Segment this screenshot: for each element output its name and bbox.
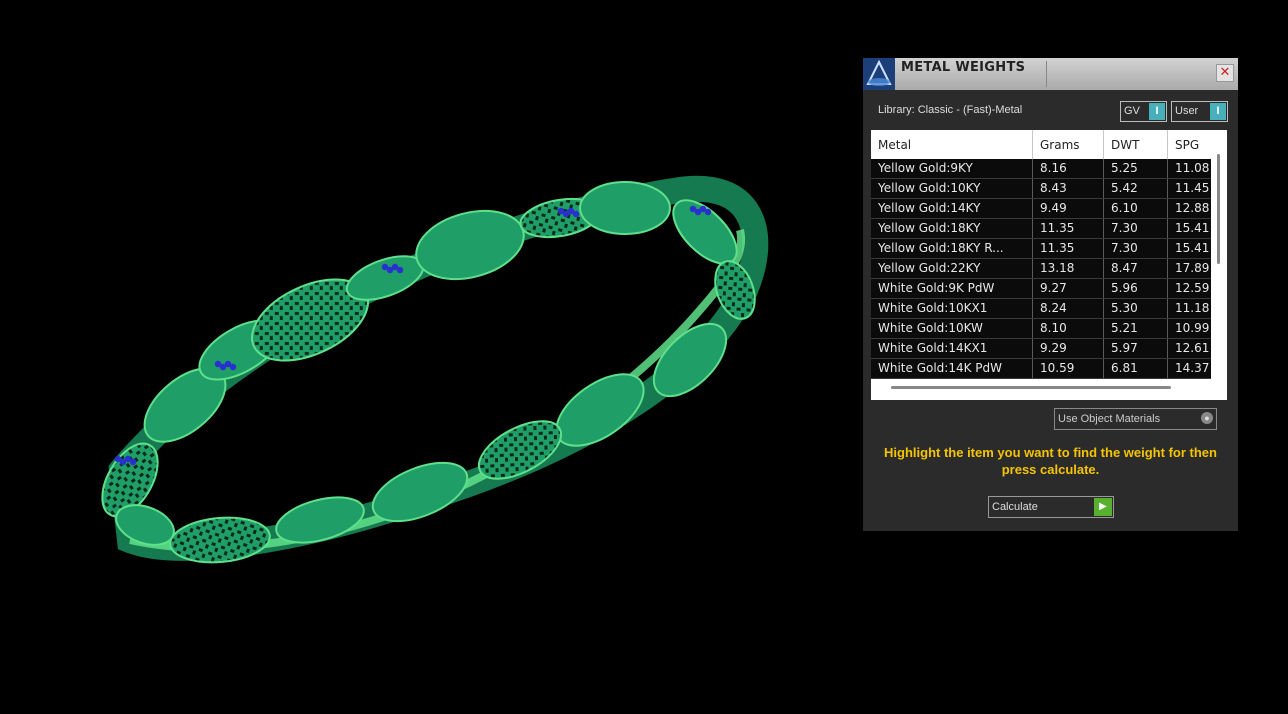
- panel-title: METAL WEIGHTS: [901, 60, 1026, 75]
- cell-grams: 9.49: [1033, 199, 1104, 218]
- user-toggle[interactable]: User I: [1171, 101, 1228, 122]
- table-row[interactable]: White Gold:9K PdW 9.27 5.96 12.59: [871, 279, 1211, 299]
- cell-dwt: 5.30: [1104, 299, 1168, 318]
- bracelet-render: [101, 175, 769, 564]
- cell-dwt: 6.10: [1104, 199, 1168, 218]
- cell-dwt: 6.81: [1104, 359, 1168, 378]
- table-row[interactable]: White Gold:10KX1 8.24 5.30 11.18: [871, 299, 1211, 319]
- gemstone: [129, 458, 137, 466]
- cell-spg: 11.08: [1175, 161, 1210, 175]
- table-row[interactable]: White Gold:14K PdW 10.59 6.81 14.37: [871, 359, 1211, 379]
- table-row[interactable]: Yellow Gold:22KY 13.18 8.47 17.89: [871, 259, 1211, 279]
- cell-dwt: 5.42: [1104, 179, 1168, 198]
- gemstone: [704, 208, 712, 216]
- cell-dwt: 5.21: [1104, 319, 1168, 338]
- library-label: Library: Classic - (Fast)-Metal: [878, 104, 1023, 116]
- bracelet-leaves: [101, 181, 756, 564]
- cell-spg: 11.18: [1175, 301, 1210, 315]
- cell-dwt: 5.25: [1104, 159, 1168, 178]
- user-toggle-indicator: I: [1210, 103, 1226, 120]
- 3d-viewport[interactable]: [0, 0, 850, 710]
- column-header-dwt[interactable]: DWT: [1104, 130, 1168, 159]
- cell-grams: 8.43: [1033, 179, 1104, 198]
- cell-metal: White Gold:10KW: [871, 319, 1033, 338]
- cell-spg: 10.99: [1175, 321, 1210, 335]
- cell-metal: Yellow Gold:18KY R...: [871, 239, 1033, 258]
- title-separator: [1046, 61, 1047, 87]
- cell-metal: White Gold:9K PdW: [871, 279, 1033, 298]
- cell-spg: 15.41: [1175, 221, 1210, 235]
- user-toggle-label: User: [1175, 105, 1199, 117]
- cell-metal: Yellow Gold:10KY: [871, 179, 1033, 198]
- play-arrow-icon: ▶: [1094, 498, 1112, 516]
- table-body: Yellow Gold:9KY 8.16 5.25 11.08 Yellow Gold:…: [871, 159, 1211, 379]
- cell-metal: White Gold:14K PdW: [871, 359, 1033, 378]
- cell-dwt: 7.30: [1104, 239, 1168, 258]
- cell-grams: 11.35: [1033, 239, 1104, 258]
- table-row[interactable]: Yellow Gold:10KY 8.43 5.42 11.45: [871, 179, 1211, 199]
- gemstone: [572, 210, 580, 218]
- gemstone: [229, 363, 237, 371]
- cell-dwt: 7.30: [1104, 219, 1168, 238]
- table-row[interactable]: Yellow Gold:18KY 11.35 7.30 15.41: [871, 219, 1211, 239]
- cell-grams: 9.29: [1033, 339, 1104, 358]
- cell-grams: 9.27: [1033, 279, 1104, 298]
- cell-spg: 12.61: [1175, 341, 1210, 355]
- cell-metal: Yellow Gold:14KY: [871, 199, 1033, 218]
- cell-spg: 12.59: [1175, 281, 1210, 295]
- settings-knob-icon: ●: [1201, 412, 1213, 424]
- cell-spg: 14.37: [1175, 361, 1210, 375]
- table-row[interactable]: White Gold:10KW 8.10 5.21 10.99: [871, 319, 1211, 339]
- cell-spg: 12.88: [1175, 201, 1210, 215]
- cell-dwt: 5.96: [1104, 279, 1168, 298]
- cell-grams: 8.10: [1033, 319, 1104, 338]
- column-header-metal[interactable]: Metal: [871, 130, 1033, 159]
- bracelet-leaf: [169, 516, 271, 564]
- horizontal-scrollbar[interactable]: [891, 386, 1171, 389]
- column-header-spg[interactable]: SPG: [1168, 130, 1211, 159]
- cell-metal: White Gold:10KX1: [871, 299, 1033, 318]
- cell-spg: 11.45: [1175, 181, 1210, 195]
- cell-metal: Yellow Gold:18KY: [871, 219, 1033, 238]
- metal-weights-logo-icon: [863, 58, 895, 90]
- material-select-value: Use Object Materials: [1058, 413, 1161, 425]
- table-header: Metal Grams DWT SPG: [871, 130, 1211, 159]
- metal-weights-panel: METAL WEIGHTS ✕ Library: Classic - (Fast…: [863, 58, 1238, 531]
- calculate-label: Calculate: [992, 501, 1038, 513]
- table-row[interactable]: White Gold:14KX1 9.29 5.97 12.61: [871, 339, 1211, 359]
- cell-grams: 13.18: [1033, 259, 1104, 278]
- cell-spg: 17.89: [1175, 261, 1210, 275]
- cell-grams: 8.24: [1033, 299, 1104, 318]
- metal-table[interactable]: Metal Grams DWT SPG Yellow Gold:9KY 8.16 5…: [871, 130, 1227, 400]
- gemstone: [396, 266, 404, 274]
- gv-toggle-label: GV: [1124, 105, 1140, 117]
- cell-dwt: 8.47: [1104, 259, 1168, 278]
- cell-grams: 8.16: [1033, 159, 1104, 178]
- cell-metal: White Gold:14KX1: [871, 339, 1033, 358]
- cell-metal: Yellow Gold:9KY: [871, 159, 1033, 178]
- bracelet-leaf: [579, 181, 671, 235]
- cell-grams: 11.35: [1033, 219, 1104, 238]
- title-bar[interactable]: METAL WEIGHTS ✕: [863, 58, 1238, 90]
- close-button[interactable]: ✕: [1216, 64, 1234, 82]
- instruction-text: Highlight the item you want to find the …: [884, 445, 1217, 477]
- cell-metal: Yellow Gold:22KY: [871, 259, 1033, 278]
- gv-toggle-indicator: I: [1149, 103, 1165, 120]
- cell-spg: 15.41: [1175, 241, 1210, 255]
- cell-dwt: 5.97: [1104, 339, 1168, 358]
- vertical-scrollbar[interactable]: [1217, 154, 1220, 264]
- gv-toggle[interactable]: GV I: [1120, 101, 1167, 122]
- table-row[interactable]: Yellow Gold:18KY R... 11.35 7.30 15.41: [871, 239, 1211, 259]
- column-header-grams[interactable]: Grams: [1033, 130, 1104, 159]
- material-select[interactable]: Use Object Materials ●: [1054, 408, 1217, 430]
- table-row[interactable]: Yellow Gold:9KY 8.16 5.25 11.08: [871, 159, 1211, 179]
- calculate-button[interactable]: Calculate ▶: [988, 496, 1114, 518]
- table-row[interactable]: Yellow Gold:14KY 9.49 6.10 12.88: [871, 199, 1211, 219]
- cell-grams: 10.59: [1033, 359, 1104, 378]
